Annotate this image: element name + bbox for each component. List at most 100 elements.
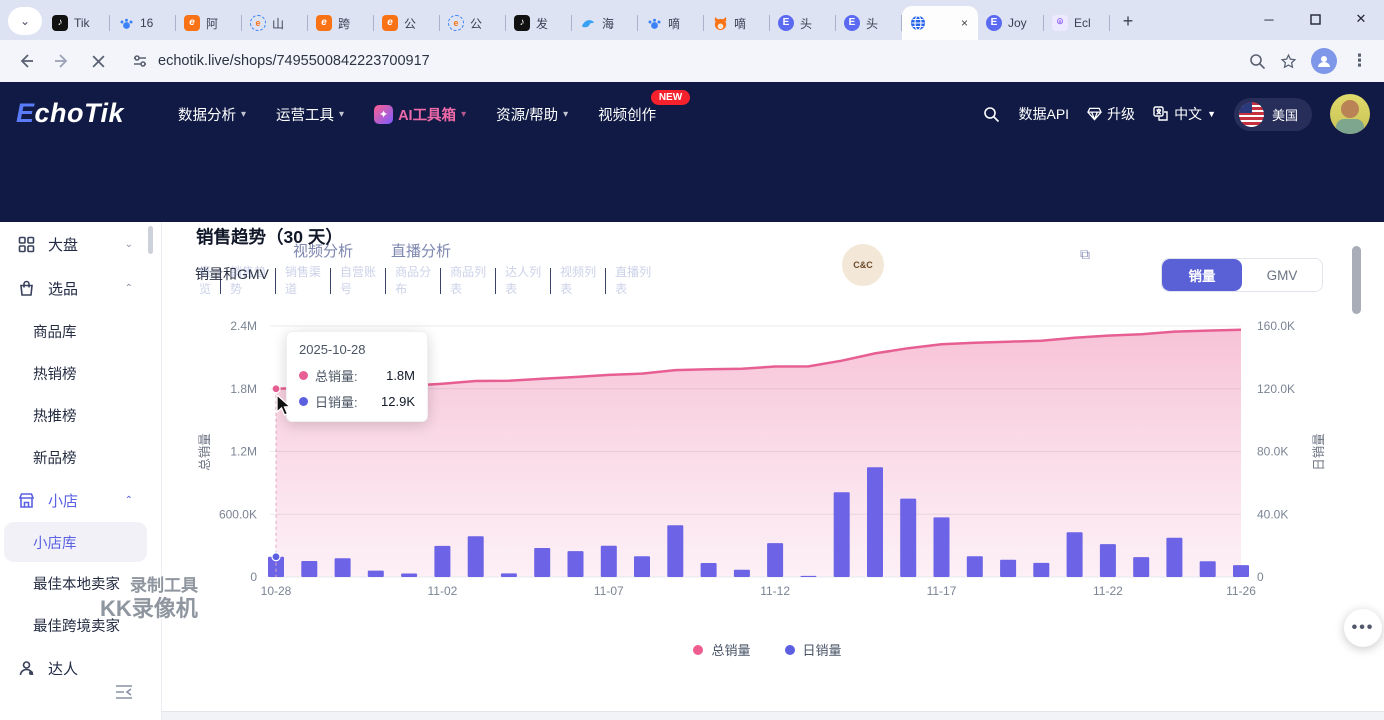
daily-sales-bar[interactable]: [1067, 532, 1083, 577]
search-icon[interactable]: [983, 106, 1000, 123]
legend-item-日销量[interactable]: 日销量: [785, 640, 842, 659]
echotik-logo[interactable]: EchoTik: [16, 98, 124, 129]
daily-sales-bar[interactable]: [800, 576, 816, 577]
browser-menu-icon[interactable]: ⋮: [1351, 51, 1368, 71]
nav-item-资源/帮助[interactable]: 资源/帮助▾: [496, 104, 568, 125]
daily-sales-bar[interactable]: [834, 492, 850, 577]
subtab-视频列表[interactable]: 视频列表: [551, 264, 605, 299]
daily-sales-bar[interactable]: [1033, 563, 1049, 577]
daily-sales-bar[interactable]: [934, 517, 950, 577]
new-tab-button[interactable]: +: [1114, 7, 1142, 35]
daily-sales-bar[interactable]: [401, 574, 417, 578]
daily-sales-bar[interactable]: [734, 570, 750, 577]
sidebar-item-小店[interactable]: 小店⌃: [0, 478, 161, 522]
close-window-icon[interactable]: ✕: [1338, 0, 1384, 38]
close-tab-icon[interactable]: ×: [959, 16, 970, 30]
subtab-达人列表[interactable]: 达人列表: [496, 264, 550, 299]
group-tab-直播分析[interactable]: 直播分析: [391, 240, 451, 261]
upgrade-link[interactable]: 升级: [1087, 104, 1135, 124]
sidebar-item-新品榜[interactable]: 新品榜: [0, 436, 161, 478]
daily-sales-bar[interactable]: [767, 543, 783, 577]
browser-tab[interactable]: ♪发: [506, 6, 572, 40]
daily-sales-bar[interactable]: [1166, 538, 1182, 577]
toggle-gmv-button[interactable]: GMV: [1242, 259, 1322, 291]
daily-sales-bar[interactable]: [534, 548, 550, 577]
maximize-icon[interactable]: [1292, 0, 1338, 38]
browser-tab[interactable]: 嘀: [638, 6, 704, 40]
browser-tab[interactable]: 海: [572, 6, 638, 40]
daily-sales-bar[interactable]: [368, 571, 384, 577]
tab-search-button[interactable]: ⌄: [8, 7, 42, 35]
daily-sales-bar[interactable]: [468, 536, 484, 577]
daily-sales-bar[interactable]: [1100, 544, 1116, 577]
back-icon[interactable]: [10, 45, 42, 77]
site-info-icon[interactable]: [132, 53, 148, 69]
daily-sales-bar[interactable]: [335, 558, 351, 577]
sidebar-item-热推榜[interactable]: 热推榜: [0, 394, 161, 436]
daily-sales-bar[interactable]: [434, 546, 450, 577]
daily-sales-bar[interactable]: [301, 561, 317, 577]
browser-tab[interactable]: E头: [836, 6, 902, 40]
subtab-商品分布[interactable]: 商品分布: [386, 264, 440, 299]
subtab-直播列表[interactable]: 直播列表: [606, 264, 660, 299]
subtab-商品列表[interactable]: 商品列表: [441, 264, 495, 299]
browser-tab[interactable]: ♪Tik: [44, 6, 110, 40]
browser-tab-active[interactable]: ×: [902, 6, 978, 40]
daily-sales-bar[interactable]: [1133, 557, 1149, 577]
daily-sales-bar[interactable]: [1233, 565, 1249, 577]
daily-sales-bar[interactable]: [568, 551, 584, 577]
user-avatar[interactable]: [1330, 94, 1370, 134]
page-scrollbar[interactable]: [1352, 246, 1361, 314]
browser-tab[interactable]: e公: [374, 6, 440, 40]
sidebar-item-热销榜[interactable]: 热销榜: [0, 352, 161, 394]
sidebar-item-商品库[interactable]: 商品库: [0, 310, 161, 352]
daily-sales-bar[interactable]: [667, 525, 683, 577]
daily-sales-bar[interactable]: [1200, 561, 1216, 577]
more-options-button[interactable]: •••: [1344, 609, 1382, 647]
browser-tab[interactable]: e跨: [308, 6, 374, 40]
daily-sales-bar[interactable]: [1000, 560, 1016, 577]
daily-sales-bar[interactable]: [634, 556, 650, 577]
bookmark-star-icon[interactable]: [1280, 53, 1297, 70]
daily-sales-bar[interactable]: [967, 556, 983, 577]
nav-item-数据分析[interactable]: 数据分析▾: [178, 104, 246, 125]
daily-sales-bar[interactable]: [501, 573, 517, 577]
daily-sales-bar[interactable]: [601, 546, 617, 577]
sidebar-item-小店库[interactable]: 小店库: [4, 522, 147, 562]
sidebar-scrollbar[interactable]: [148, 226, 153, 254]
zoom-icon[interactable]: [1249, 53, 1266, 70]
language-selector[interactable]: 中文 ▼: [1153, 104, 1216, 124]
browser-tab[interactable]: ⌾Ecl: [1044, 6, 1110, 40]
minimize-icon[interactable]: ─: [1246, 0, 1292, 38]
nav-item-视频创作[interactable]: 视频创作NEW: [598, 104, 656, 125]
sidebar-item-选品[interactable]: 选品⌃: [0, 266, 161, 310]
data-api-link[interactable]: 数据API: [1018, 104, 1069, 124]
forward-icon[interactable]: [46, 45, 78, 77]
favorite-button[interactable]: [1330, 246, 1368, 284]
daily-sales-bar[interactable]: [867, 467, 883, 577]
profile-avatar-icon[interactable]: [1311, 48, 1337, 74]
browser-tab[interactable]: 嘀: [704, 6, 770, 40]
browser-tab[interactable]: e阿: [176, 6, 242, 40]
legend-item-总销量[interactable]: 总销量: [693, 640, 750, 659]
browser-tab[interactable]: e山: [242, 6, 308, 40]
paw-icon: [118, 15, 134, 31]
stop-loading-icon[interactable]: [82, 45, 114, 77]
nav-item-运营工具[interactable]: 运营工具▾: [276, 104, 344, 125]
daily-sales-bar[interactable]: [701, 563, 717, 577]
browser-tab[interactable]: EJoy: [978, 6, 1044, 40]
copy-icon[interactable]: ⧉: [1080, 246, 1090, 263]
collapse-sidebar-icon[interactable]: [115, 684, 133, 700]
sidebar-item-大盘[interactable]: 大盘⌄: [0, 222, 161, 266]
browser-tab[interactable]: e公: [440, 6, 506, 40]
daily-sales-bar[interactable]: [900, 499, 916, 577]
browser-tab[interactable]: 16: [110, 6, 176, 40]
sidebar-item-达人[interactable]: 达人: [0, 646, 161, 690]
subtab-自营账号[interactable]: 自营账号: [331, 264, 385, 299]
browser-tab[interactable]: E头: [770, 6, 836, 40]
address-bar[interactable]: echotik.live/shops/7495500842223700917: [118, 45, 1249, 77]
region-selector[interactable]: 美国: [1234, 98, 1312, 131]
toggle-sales-button[interactable]: 销量: [1162, 259, 1242, 291]
subtab-销售渠道[interactable]: 销售渠道: [276, 264, 330, 299]
nav-item-AI工具箱[interactable]: ✦AI工具箱▾: [374, 104, 466, 125]
